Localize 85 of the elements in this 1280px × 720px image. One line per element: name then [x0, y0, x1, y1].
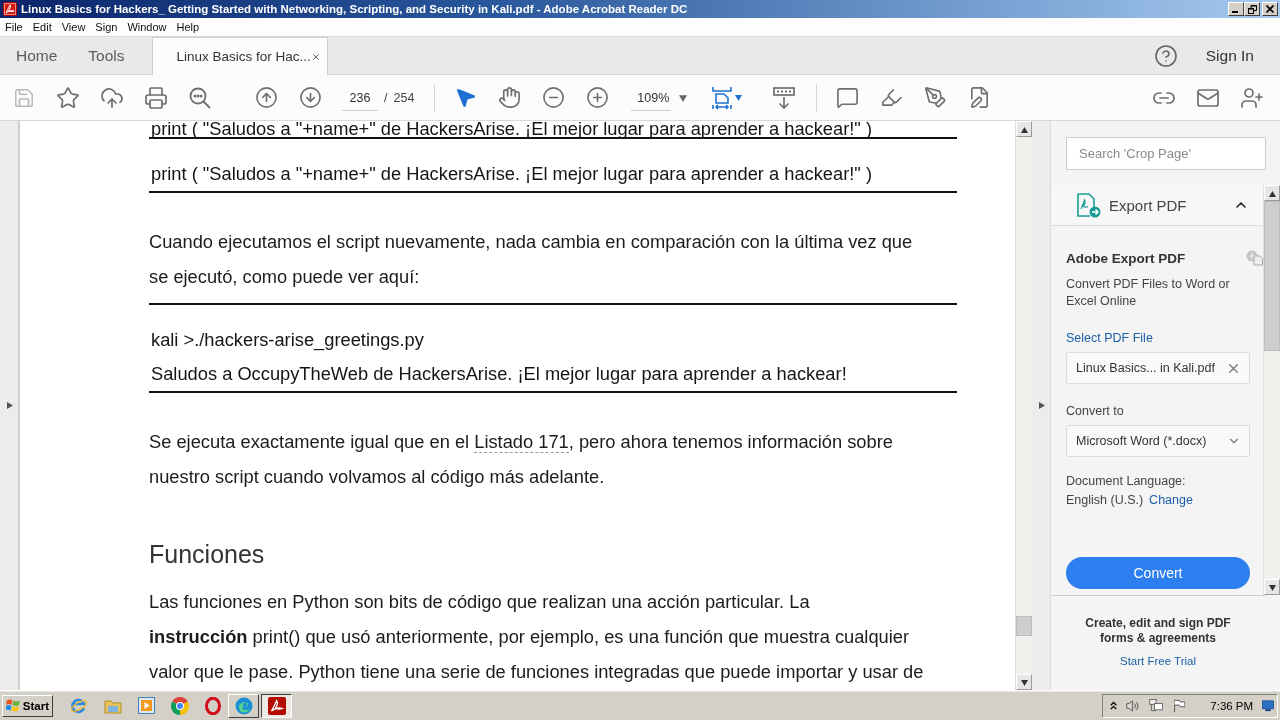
ring-icon[interactable]: [205, 696, 221, 715]
scrollbar-thumb[interactable]: [1264, 201, 1280, 351]
language-value: English (U.S.): [1066, 493, 1144, 507]
promo-text: Create, edit and sign PDF forms & agreements: [1084, 616, 1232, 646]
code-line: print ( "Saludos a "+name+" de HackersArise. ¡El mejor lugar para aprender a hackear!" ): [150, 162, 873, 186]
magnifier-icon[interactable]: [188, 85, 212, 110]
file-field[interactable]: Linux Basics... in Kali.pdf: [1066, 352, 1250, 384]
convert-button[interactable]: Convert: [1066, 557, 1250, 589]
window-title: Linux Basics for Hackers_ Getting Started with Networking, Scripting, and Security in Kali.pdf - Adobe Acrobat Reader DC: [21, 3, 689, 15]
menu-item[interactable]: File: [0, 21, 28, 33]
menu-item[interactable]: View: [56, 21, 91, 33]
trial-link[interactable]: Start Free Trial: [1119, 655, 1197, 667]
scroll-mode-icon[interactable]: [773, 86, 796, 109]
add-user-icon[interactable]: [1240, 85, 1264, 110]
paragraph: Las funciones en Python son bits de código que realizan una acción particular. La instrucción print() que usó anteriormente, por ejemplo, es una función que muestra cualquier valor que le pase. Python tiene una serie de funciones integradas que puede importar y usar de: [149, 590, 925, 684]
pen-nib-icon[interactable]: [923, 86, 947, 109]
code-line: kali >./hackers-arise_greetings.py: [150, 328, 425, 353]
vertical-scrollbar[interactable]: [1015, 121, 1032, 690]
media-player-icon[interactable]: [138, 697, 155, 714]
menu-item[interactable]: Edit: [27, 21, 57, 33]
format-dropdown[interactable]: Microsoft Word (*.docx): [1066, 425, 1250, 457]
taskbar-button[interactable]: [261, 693, 292, 718]
minimize-button[interactable]: [1228, 2, 1244, 16]
field-label: Convert to: [1066, 404, 1125, 418]
zoom-field[interactable]: 109%: [631, 84, 672, 111]
highlighter-icon[interactable]: [879, 86, 903, 109]
expand-arrow-icon[interactable]: [1037, 402, 1045, 409]
scroll-up-arrow-icon[interactable]: [1268, 189, 1276, 197]
cloud-upload-icon[interactable]: [100, 85, 124, 110]
speaker-icon[interactable]: [1126, 697, 1141, 714]
arrow-down-circle-icon[interactable]: [298, 86, 322, 109]
code-line: Saludos a OccupyTheWeb de HackersArise. ¡El mejor lugar para aprender a hackear!: [150, 362, 848, 386]
paragraph: Se ejecuta exactamente igual que en el Listado 171, pero ahora tenemos información sobre nuestro script cuando volvamos al código más adelante.: [149, 430, 894, 489]
pdf-app-icon: [267, 696, 286, 715]
document-tab[interactable]: Linux Basics for Hac...: [151, 37, 328, 75]
desktop-icon[interactable]: [1262, 698, 1274, 713]
change-link[interactable]: Change: [1149, 493, 1193, 507]
paragraph: Cuando ejecutamos el script nuevamente, nada cambia en comparación con la última vez que se ejecutó, como puede ver aquí:: [149, 230, 914, 289]
zoom-in-icon[interactable]: [585, 86, 609, 109]
menu-item[interactable]: Sign: [90, 21, 123, 33]
search-field[interactable]: Search 'Crop Page': [1066, 137, 1266, 170]
comment-icon[interactable]: [835, 86, 859, 109]
page-separator: /: [384, 90, 388, 105]
print-icon[interactable]: [144, 85, 168, 110]
browser-circle-icon[interactable]: [171, 696, 189, 715]
zoom-out-icon[interactable]: [541, 86, 565, 109]
expand-arrow-icon[interactable]: [5, 402, 13, 409]
field-label: Document Language:: [1066, 474, 1187, 488]
start-button[interactable]: Start: [2, 694, 53, 717]
caret-icon[interactable]: [735, 94, 743, 101]
pdf-app-icon: [3, 2, 17, 16]
windows-logo-icon: [6, 698, 21, 713]
tab[interactable]: Home: [0, 37, 73, 74]
scrollbar-thumb[interactable]: [1016, 615, 1032, 636]
swirl-icon: [234, 696, 253, 715]
scroll-down-arrow-icon[interactable]: [1020, 678, 1028, 686]
tab[interactable]: Tools: [72, 37, 140, 74]
page-number-field[interactable]: 236: [342, 84, 378, 111]
restore-button[interactable]: [1244, 2, 1260, 16]
select-file-link[interactable]: Select PDF File: [1066, 331, 1263, 345]
description: Convert PDF Files to Word or Excel Online: [1066, 276, 1231, 310]
close-button[interactable]: [1262, 2, 1278, 16]
section-heading: Funciones: [149, 539, 266, 570]
network-icon[interactable]: [1149, 697, 1164, 714]
sign-in-link[interactable]: Sign In: [1205, 46, 1254, 65]
scroll-up-arrow-icon[interactable]: [1020, 125, 1028, 133]
close-icon: [1266, 5, 1274, 13]
menu-item[interactable]: Help: [171, 21, 205, 33]
star-icon[interactable]: [56, 85, 80, 110]
scroll-down-arrow-icon[interactable]: [1268, 583, 1276, 591]
vertical-scrollbar[interactable]: [1263, 185, 1280, 595]
clock: 7:36 PM: [1210, 699, 1254, 712]
arrow-up-circle-icon[interactable]: [254, 86, 278, 109]
tray-expand-icon[interactable]: [1110, 699, 1118, 712]
help-icon[interactable]: [1153, 43, 1178, 68]
caret-icon[interactable]: [679, 93, 688, 102]
restore-icon: [1247, 4, 1257, 14]
export-pdf-icon: [1076, 192, 1101, 218]
menu-item[interactable]: Window: [122, 21, 172, 33]
fit-page-icon[interactable]: [712, 85, 733, 110]
link[interactable]: Listado 171: [474, 431, 569, 453]
page-count: 254: [393, 90, 415, 105]
flag-icon[interactable]: [1172, 697, 1186, 714]
hand-icon[interactable]: [497, 86, 521, 109]
panel-heading: Adobe Export PDF: [1066, 250, 1186, 266]
